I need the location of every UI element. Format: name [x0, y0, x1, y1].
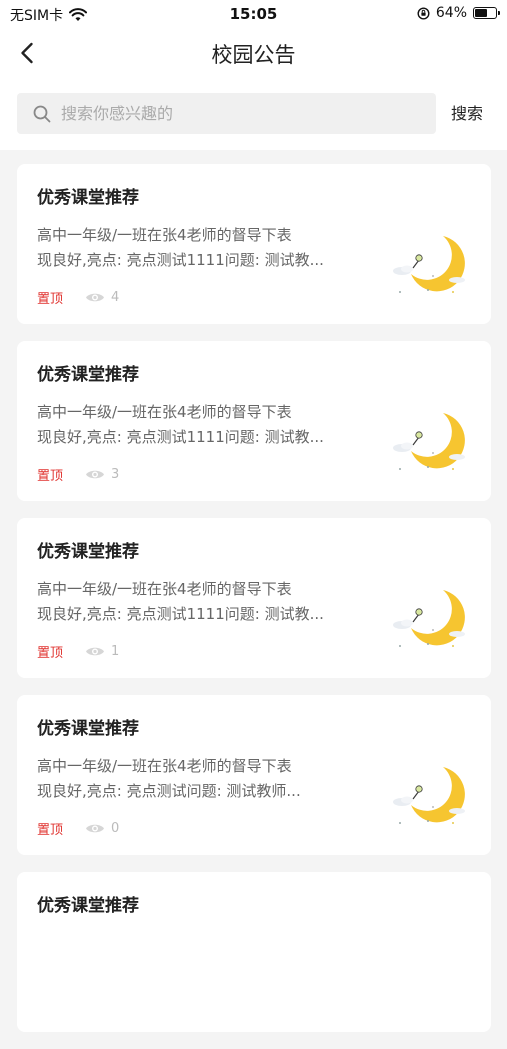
notice-summary: 高中一年级/一班在张4老师的督导下表现良好,亮点: 亮点测试1111问题: 测试… [37, 577, 357, 627]
battery-percent: 64% [435, 5, 467, 21]
view-count: 0 [85, 821, 119, 836]
notice-list: 优秀课堂推荐 高中一年级/一班在张4老师的督导下表 现良好,亮点: 亮点测试1111… [17, 164, 491, 1049]
notice-meta: 置顶 1 [37, 642, 119, 661]
notice-title: 优秀课堂推荐 [37, 542, 139, 562]
notice-summary-line-1: 高中一年级/一班在张4老师的督导下表 [37, 580, 292, 598]
notice-summary-line-2: 现良好,亮点: 亮点测试1111问题: 测试教... [37, 605, 324, 623]
notice-meta: 置顶 3 [37, 465, 119, 484]
notice-summary-line-2: 现良好,亮点: 亮点测试1111问题: 测试教... [37, 428, 324, 446]
search-icon [33, 105, 51, 123]
pinned-tag: 置顶 [37, 292, 64, 307]
notice-summary: 高中一年级/一班在张4老师的督导下表现良好,亮点: 亮点测试1111问题: 测试… [37, 400, 357, 450]
search-button[interactable]: 搜索 [442, 93, 492, 134]
notice-summary: 高中一年级/一班在张4老师的督导下表现良好,亮点: 亮点测试1111问题: 测试… [37, 223, 357, 273]
notice-summary-line-2: 现良好,亮点: 亮点测试1111问题: 测试教... [37, 251, 324, 269]
view-count-value: 0 [111, 821, 120, 836]
notice-card[interactable]: 优秀课堂推荐高中一年级/一班在张4老师的督导下表 现良好,亮点: 亮点测试问题: … [17, 695, 491, 855]
notice-summary: 高中一年级/一班在张4老师的督导下表 现良好,亮点: 亮点测试问题: 测试教师..… [37, 754, 357, 804]
notice-meta: 置顶 0 [37, 819, 119, 838]
view-count-value: 4 [111, 290, 120, 305]
moon-illustration-icon [373, 755, 473, 835]
notice-summary-line-2: 现良好,亮点: 亮点测试问题: 测试教师... [37, 782, 301, 800]
status-bar: 无SIM卡 15:05 64% [0, 0, 507, 28]
notice-meta: 置顶 4 [37, 288, 119, 307]
pinned-tag: 置顶 [37, 646, 64, 661]
notice-title: 优秀课堂推荐 [37, 365, 139, 385]
eye-icon [85, 468, 105, 481]
status-right: 64% [417, 5, 500, 21]
view-count-value: 1 [111, 644, 120, 659]
view-count-value: 3 [111, 467, 120, 482]
notice-summary [37, 931, 357, 981]
moon-illustration-icon [373, 224, 473, 304]
battery-icon [473, 7, 500, 19]
moon-illustration-icon [373, 401, 473, 481]
page-title: 校园公告 [211, 43, 296, 67]
notice-summary-line-1: 高中一年级/一班在张4老师的督导下表 [37, 226, 292, 244]
notice-card[interactable]: 优秀课堂推荐高中一年级/一班在张4老师的督导下表现良好,亮点: 亮点测试1111… [17, 518, 491, 678]
view-count: 3 [85, 467, 119, 482]
header-area: 无SIM卡 15:05 64% 校园公告 搜索你感兴趣的 搜索 [0, 0, 507, 150]
battery-fill [475, 9, 488, 17]
notice-card[interactable]: 优秀课堂推荐 [17, 872, 491, 1032]
notice-title: 优秀课堂推荐 [37, 188, 139, 208]
eye-icon [85, 822, 105, 835]
notice-card[interactable]: 优秀课堂推荐高中一年级/一班在张4老师的督导下表现良好,亮点: 亮点测试1111… [17, 164, 491, 324]
eye-icon [85, 291, 105, 304]
view-count: 4 [85, 290, 119, 305]
view-count: 1 [85, 644, 119, 659]
notice-card[interactable]: 优秀课堂推荐高中一年级/一班在张4老师的督导下表现良好,亮点: 亮点测试1111… [17, 341, 491, 501]
moon-illustration-icon [373, 578, 473, 658]
eye-icon [85, 645, 105, 658]
search-bar: 搜索 [0, 90, 507, 138]
nav-bar: 校园公告 [0, 28, 507, 78]
search-input[interactable] [59, 103, 403, 124]
notice-title: 优秀课堂推荐 [37, 896, 139, 916]
notice-title: 优秀课堂推荐 [37, 719, 139, 739]
notice-summary-line-1: 高中一年级/一班在张4老师的督导下表 [37, 403, 292, 421]
pinned-tag: 置顶 [37, 823, 64, 838]
orientation-lock-icon [417, 6, 430, 20]
notice-summary-line-1: 高中一年级/一班在张4老师的督导下表 [37, 757, 292, 775]
search-box[interactable] [17, 93, 436, 134]
pinned-tag: 置顶 [37, 469, 64, 484]
